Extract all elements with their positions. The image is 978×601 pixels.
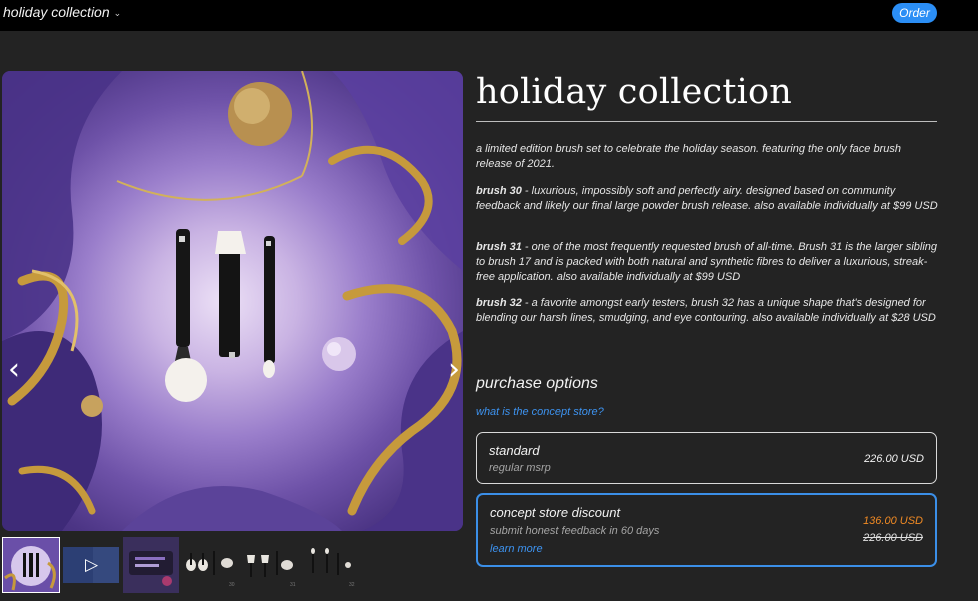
hero-product-image: ‹ › — [2, 71, 463, 531]
order-button[interactable]: Order — [892, 3, 937, 23]
discount-option-name: concept store discount — [490, 505, 621, 520]
brush-30-number: 30 — [229, 582, 235, 588]
brush-32-name: brush 32 — [476, 297, 522, 309]
collection-menu-label: holiday collection — [3, 4, 110, 20]
brush-32-number: 32 — [349, 582, 355, 588]
brush-31-number: 31 — [290, 582, 296, 588]
brush-32-text: - a favorite amongst early testers, brus… — [476, 297, 936, 324]
brush-32-thumbnail-image: 32 — [303, 537, 359, 593]
thumbnail-video[interactable]: ▷ — [63, 537, 119, 593]
standard-option-name: standard — [489, 443, 540, 458]
previous-image-arrow[interactable]: ‹ — [4, 351, 24, 387]
concept-store-link[interactable]: what is the concept store? — [476, 406, 604, 418]
product-title: holiday collection — [476, 72, 793, 112]
discount-original-price: 226.00 USD — [863, 532, 923, 544]
brush-31-thumbnail-image: 31 — [243, 537, 299, 593]
collection-menu[interactable]: holiday collection ⌄ — [3, 4, 121, 20]
title-divider — [476, 121, 937, 122]
brush-set-illustration — [2, 71, 463, 531]
standard-option-subtitle: regular msrp — [489, 462, 551, 474]
brush-32-description: brush 32 - a favorite amongst early test… — [476, 296, 938, 326]
purchase-options-heading: purchase options — [476, 375, 598, 392]
brush-30-description: brush 30 - luxurious, impossibly soft an… — [476, 184, 938, 214]
brush-30-text: - luxurious, impossibly soft and perfect… — [476, 185, 938, 212]
brush-30-thumbnail-image: 30 — [183, 537, 239, 593]
discount-sale-price: 136.00 USD — [863, 515, 923, 527]
brush-31-text: - one of the most frequently requested b… — [476, 241, 938, 283]
concept-store-discount-option[interactable]: concept store discount submit honest fee… — [476, 493, 937, 567]
thumbnail-brush-32[interactable]: 32 — [303, 537, 359, 593]
thumbnail-brush-30[interactable]: 30 — [183, 537, 239, 593]
thumbnail-case[interactable] — [123, 537, 179, 593]
standard-option-price: 226.00 USD — [864, 453, 924, 465]
brush-30-name: brush 30 — [476, 185, 522, 197]
learn-more-link[interactable]: learn more — [490, 543, 543, 555]
product-intro: a limited edition brush set to celebrate… — [476, 143, 901, 170]
thumbnail-collection[interactable] — [2, 537, 60, 593]
case-thumbnail-image — [123, 537, 179, 593]
top-bar: holiday collection ⌄ Order — [0, 0, 978, 31]
brush-31-name: brush 31 — [476, 241, 522, 253]
brush-31-description: brush 31 - one of the most frequently re… — [476, 240, 938, 285]
thumbnail-brush-31[interactable]: 31 — [243, 537, 299, 593]
collection-thumbnail-image — [3, 538, 59, 592]
chevron-down-icon: ⌄ — [113, 7, 122, 18]
standard-option[interactable]: standard regular msrp 226.00 USD — [476, 432, 937, 484]
play-icon: ▷ — [85, 555, 99, 575]
discount-option-subtitle: submit honest feedback in 60 days — [490, 525, 660, 537]
next-image-arrow[interactable]: › — [444, 351, 463, 387]
